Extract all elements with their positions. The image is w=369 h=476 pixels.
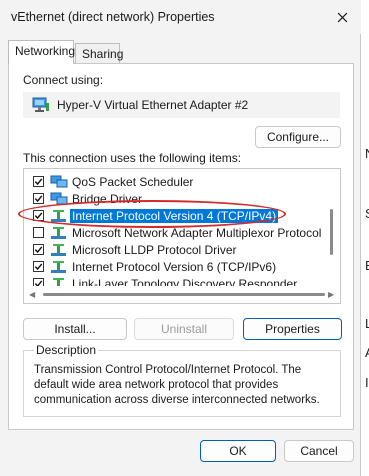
list-item[interactable]: QoS Packet Scheduler (24, 173, 324, 190)
checkmark-icon (34, 246, 43, 254)
properties-dialog: vEthernet (direct network) Properties Ne… (0, 0, 361, 476)
description-group: Description Transmission Control Protoco… (23, 343, 341, 417)
list-item-label: Internet Protocol Version 4 (TCP/IPv4) (70, 208, 279, 223)
close-icon (337, 12, 347, 22)
networking-panel: Connect using: Hyper-V Virtual Ethernet … (8, 63, 354, 430)
list-item-label: Microsoft LLDP Protocol Driver (72, 242, 237, 257)
service-icon (50, 192, 68, 204)
background-text: S (365, 206, 369, 221)
list-item[interactable]: Internet Protocol Version 6 (TCP/IPv6) (24, 258, 324, 275)
background-text: B (365, 258, 369, 273)
background-text: A (365, 345, 369, 360)
network-adapter-icon (32, 97, 49, 112)
protocol-icon (51, 260, 66, 273)
horizontal-scroll-thumb[interactable] (43, 293, 325, 296)
items-label: This connection uses the following items… (23, 151, 242, 165)
list-item-label: QoS Packet Scheduler (72, 174, 194, 189)
list-item-label: Internet Protocol Version 6 (TCP/IPv6) (72, 259, 277, 274)
vertical-scrollbar[interactable] (324, 169, 338, 287)
item-checkbox[interactable] (33, 227, 44, 238)
checkmark-icon (34, 263, 43, 271)
connect-using-label: Connect using: (23, 73, 104, 87)
tab-networking[interactable]: Networking (8, 40, 75, 64)
vertical-scroll-thumb[interactable] (330, 209, 333, 255)
service-icon (50, 175, 68, 187)
list-item[interactable]: Microsoft Network Adapter Multiplexor Pr… (24, 224, 324, 241)
window-title: vEthernet (direct network) Properties (11, 10, 215, 24)
close-button[interactable] (331, 6, 353, 28)
adapter-name: Hyper-V Virtual Ethernet Adapter #2 (57, 98, 249, 112)
background-text: L (365, 316, 369, 331)
checkmark-icon (34, 212, 43, 220)
install-button[interactable]: Install... (23, 318, 127, 340)
item-checkbox[interactable] (33, 244, 44, 255)
checkmark-icon (34, 195, 43, 203)
description-text: Transmission Control Protocol/Internet P… (34, 364, 320, 406)
list-item[interactable]: Internet Protocol Version 4 (TCP/IPv4) (24, 207, 324, 224)
list-item-label: Microsoft Network Adapter Multiplexor Pr… (72, 225, 322, 240)
list-item[interactable]: Bridge Driver (24, 190, 324, 207)
item-checkbox[interactable] (33, 261, 44, 272)
title-bar: vEthernet (direct network) Properties (0, 0, 361, 34)
protocol-icon (51, 243, 66, 256)
item-checkbox[interactable] (33, 210, 44, 221)
list-item[interactable]: Microsoft LLDP Protocol Driver (24, 241, 324, 258)
list-item-label: Bridge Driver (72, 191, 143, 206)
item-checkbox[interactable] (33, 176, 44, 187)
item-checkbox[interactable] (33, 193, 44, 204)
protocol-icon (51, 226, 66, 239)
checkmark-icon (34, 178, 43, 186)
items-list[interactable]: QoS Packet Scheduler Bridge Driver Interne… (23, 168, 341, 304)
scroll-right-icon[interactable]: ▶ (328, 290, 334, 299)
scroll-left-icon[interactable]: ◀ (29, 290, 35, 299)
protocol-icon (51, 209, 66, 222)
properties-button[interactable]: Properties (243, 318, 342, 340)
description-label: Description (34, 343, 99, 357)
cancel-button[interactable]: Cancel (284, 440, 354, 462)
adapter-field: Hyper-V Virtual Ethernet Adapter #2 (23, 92, 340, 118)
background-text: N (365, 146, 369, 161)
background-text: I (365, 375, 369, 390)
ok-button[interactable]: OK (200, 440, 276, 462)
uninstall-button[interactable]: Uninstall (134, 318, 234, 340)
tab-sharing[interactable]: Sharing (75, 43, 123, 64)
configure-button[interactable]: Configure... (255, 126, 341, 148)
horizontal-scrollbar[interactable]: ◀ ▶ (24, 286, 340, 303)
